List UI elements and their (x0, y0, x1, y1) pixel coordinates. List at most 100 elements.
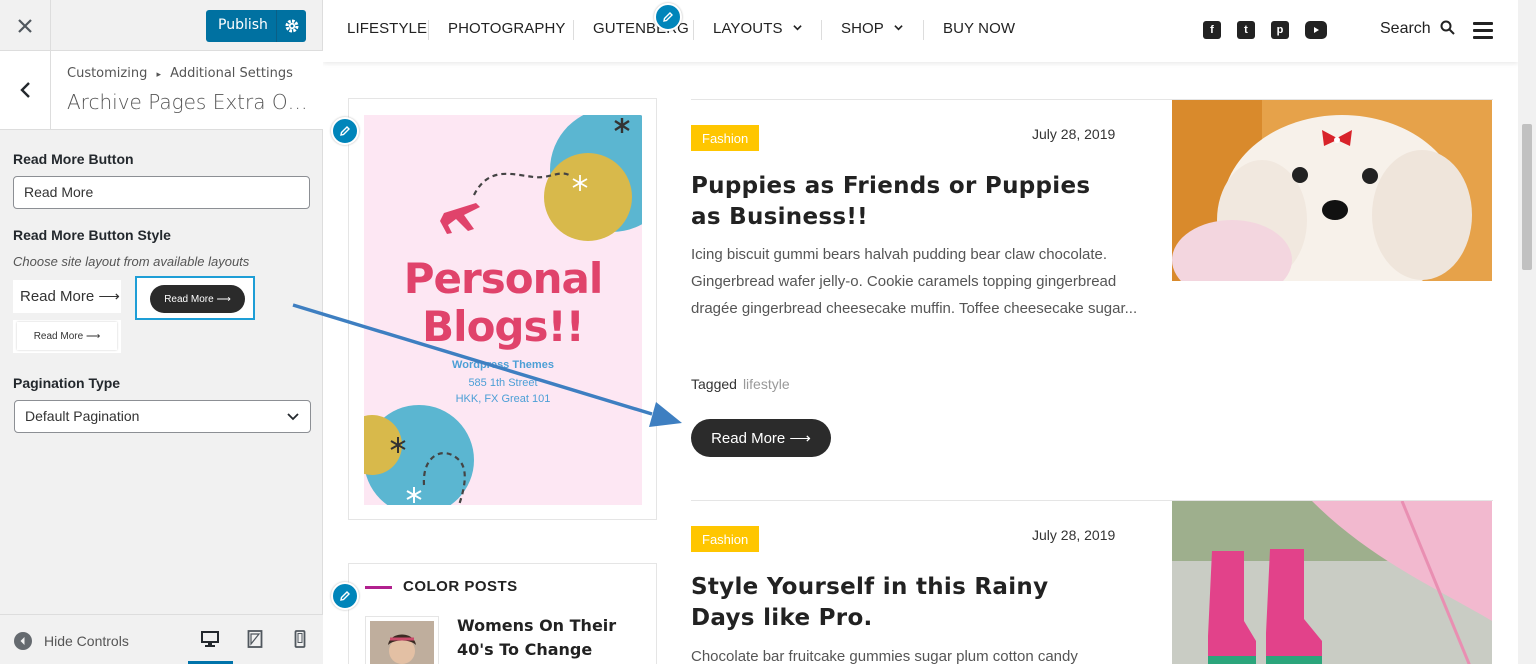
close-icon (18, 18, 32, 33)
post-date: July 28, 2019 (1032, 527, 1116, 543)
publish-divider (276, 10, 277, 42)
search-icon (1440, 20, 1455, 35)
color-post-thumbnail[interactable] (365, 616, 439, 664)
read-more-button-label: Read More Button (13, 151, 134, 167)
puppy-photo (1172, 100, 1492, 281)
breadcrumb-separator: ▸ (156, 70, 162, 80)
site-navigation: LIFESTYLE PHOTOGRAPHY GUTENBERG LAYOUTS … (323, 0, 1518, 62)
tag-link[interactable]: lifestyle (743, 376, 790, 392)
color-post-title[interactable]: Womens On Their 40's To Change Fashion (457, 614, 647, 664)
post-excerpt: Chocolate bar fruitcake gummies sugar pl… (691, 648, 1078, 664)
breadcrumb: Customizing ▸ Additional Settings (67, 66, 293, 81)
category-badge[interactable]: Fashion (691, 125, 760, 151)
mobile-preview-button[interactable] (288, 627, 312, 651)
nav-lifestyle[interactable]: LIFESTYLE (347, 20, 427, 37)
breadcrumb-root: Customizing (67, 66, 148, 81)
post-tags: Tagged lifestyle (691, 376, 790, 392)
heading-accent-line (365, 586, 392, 589)
chevron-down-icon (287, 413, 299, 421)
read-more-style-label: Read More Button Style (13, 227, 171, 243)
edit-widget-pencil-icon[interactable] (331, 582, 359, 610)
section-title: Archive Pages Extra Options (67, 90, 312, 114)
desktop-preview-button[interactable] (198, 627, 222, 651)
sidebar-image-widget: Personal Blogs!! Wordpress Themes 585 1t… (348, 98, 657, 520)
pagination-type-select[interactable]: Default Pagination (14, 400, 311, 433)
customizer-screen: Publish Customizing ▸ Additional Setting… (0, 0, 1536, 664)
blog-card-title: Personal Blogs!! (403, 254, 603, 351)
pinterest-icon[interactable]: p (1271, 21, 1289, 39)
twitter-icon[interactable]: t (1237, 21, 1255, 39)
post-title[interactable]: Style Yourself in this Rainy Days like P… (691, 572, 1111, 634)
nav-shop[interactable]: SHOP (841, 20, 903, 37)
publish-button[interactable]: Publish (206, 10, 306, 42)
blog-card-address-line: HKK, FX Great 101 (455, 393, 551, 405)
personal-blogs-image[interactable]: Personal Blogs!! Wordpress Themes 585 1t… (364, 115, 642, 505)
mobile-icon (294, 630, 306, 648)
rain-boots-photo (1172, 501, 1492, 664)
nav-divider (428, 20, 429, 40)
post-article: Fashion July 28, 2019 Style Yourself in … (691, 500, 1493, 664)
post-featured-image[interactable] (1172, 501, 1492, 664)
back-button[interactable] (0, 51, 51, 129)
category-badge[interactable]: Fashion (691, 526, 760, 552)
nav-buy-now[interactable]: BUY NOW (943, 20, 1015, 37)
color-posts-widget: COLOR POSTS Womens On Their 40's To Chan… (348, 563, 657, 664)
hamburger-menu-icon[interactable] (1473, 22, 1493, 39)
search-label: Search (1380, 20, 1431, 37)
color-posts-heading: COLOR POSTS (403, 578, 518, 595)
read-more-button[interactable]: Read More ⟶ (691, 419, 831, 457)
nav-divider (693, 20, 694, 40)
read-more-text-input[interactable]: Read More (13, 176, 310, 209)
blog-card-subtitle: Wordpress Themes (452, 359, 554, 371)
style-option-plain[interactable]: Read More ⟶ (13, 280, 121, 313)
publish-label: Publish (218, 17, 268, 33)
post-title[interactable]: Puppies as Friends or Puppies as Busines… (691, 171, 1111, 233)
section-header: Customizing ▸ Additional Settings Archiv… (0, 51, 323, 130)
color-post-photo (370, 621, 434, 664)
nav-search[interactable]: Search (1380, 20, 1455, 38)
panel-header: Publish (0, 0, 323, 51)
chevron-down-icon (894, 25, 903, 31)
edit-widget-pencil-icon[interactable] (331, 117, 359, 145)
post-article: Fashion July 28, 2019 Puppies as Friends… (691, 99, 1493, 499)
customizer-panel: Publish Customizing ▸ Additional Setting… (0, 0, 323, 664)
close-customizer-button[interactable] (0, 0, 51, 51)
post-featured-image[interactable] (1172, 100, 1492, 281)
tablet-icon (247, 630, 263, 648)
desktop-icon (201, 631, 219, 647)
hide-controls-label: Hide Controls (44, 633, 129, 649)
blog-card-address-line: 585 1th Street (468, 377, 538, 389)
style-option-boxed[interactable]: Read More ⟶ (13, 320, 121, 353)
tagged-label: Tagged (691, 376, 737, 392)
style-option-boxed-label: Read More ⟶ (17, 322, 117, 350)
style-option-pill-selected[interactable]: Read More ⟶ (135, 276, 255, 320)
youtube-icon[interactable] (1305, 21, 1327, 39)
hide-controls-button[interactable]: Hide Controls (14, 632, 129, 650)
post-excerpt: Icing biscuit gummi bears halvah pudding… (691, 246, 1138, 317)
edit-menu-pencil-icon[interactable] (654, 3, 682, 31)
site-preview: LIFESTYLE PHOTOGRAPHY GUTENBERG LAYOUTS … (323, 0, 1536, 664)
facebook-icon[interactable]: f (1203, 21, 1221, 39)
nav-divider (821, 20, 822, 40)
style-option-pill-label: Read More ⟶ (150, 285, 245, 313)
breadcrumb-section: Additional Settings (170, 66, 293, 81)
nav-layouts[interactable]: LAYOUTS (713, 20, 802, 37)
preview-scrollbar[interactable] (1518, 0, 1536, 664)
pagination-selected-value: Default Pagination (25, 408, 140, 424)
collapse-arrow-icon (14, 632, 32, 650)
nav-divider (573, 20, 574, 40)
nav-divider (923, 20, 924, 40)
post-date: July 28, 2019 (1032, 126, 1116, 142)
tablet-preview-button[interactable] (243, 627, 267, 651)
nav-photography[interactable]: PHOTOGRAPHY (448, 20, 566, 37)
pagination-type-label: Pagination Type (13, 375, 121, 391)
chevron-left-icon (20, 82, 30, 98)
style-option-plain-label: Read More ⟶ (20, 288, 120, 305)
chevron-down-icon (792, 25, 802, 31)
nav-shop-label: SHOP (841, 20, 884, 37)
scrollbar-thumb[interactable] (1522, 124, 1532, 270)
read-more-style-description: Choose site layout from available layout… (13, 254, 250, 269)
nav-layouts-label: LAYOUTS (713, 20, 783, 37)
panel-footer: Hide Controls (0, 614, 323, 664)
gear-icon[interactable] (280, 16, 304, 36)
